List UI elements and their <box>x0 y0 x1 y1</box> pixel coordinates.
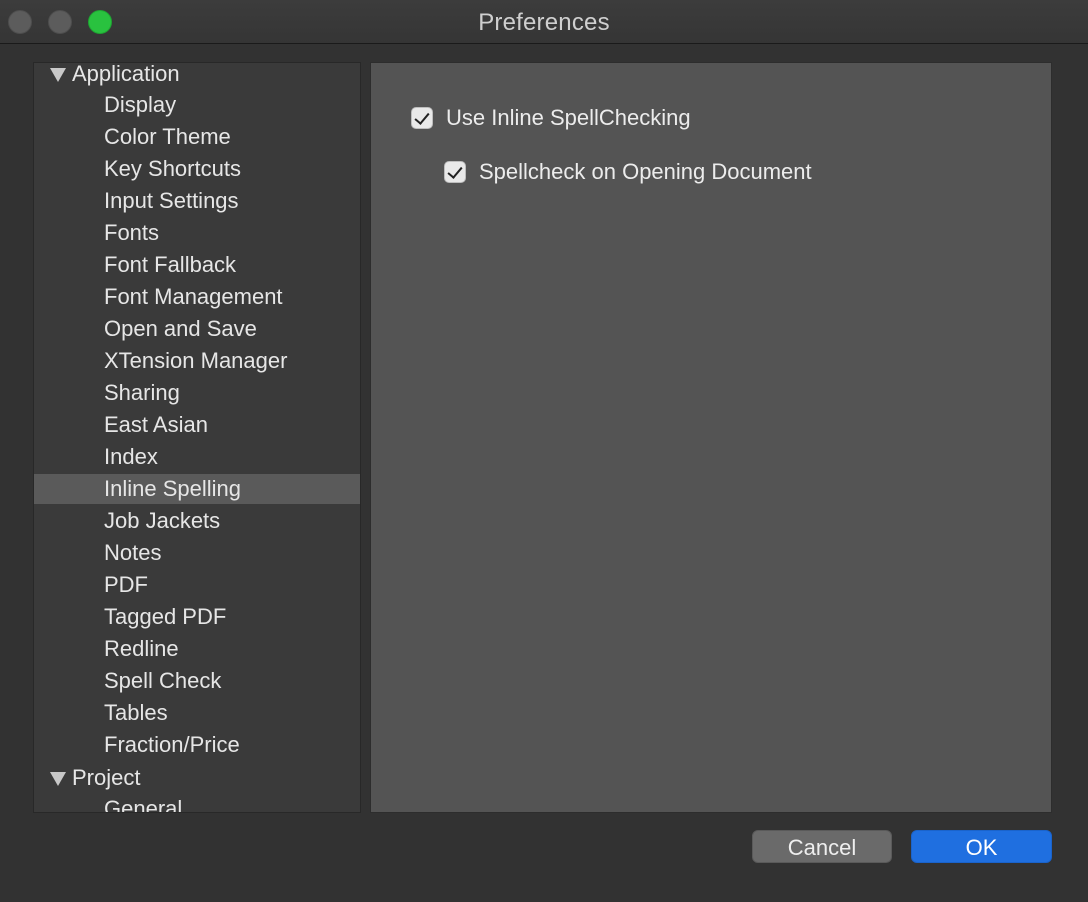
disclosure-triangle-icon[interactable] <box>50 68 66 82</box>
sidebar-item-pdf[interactable]: PDF <box>34 570 360 600</box>
ok-button[interactable]: OK <box>911 830 1052 863</box>
use-inline-spellchecking-checkbox[interactable] <box>411 107 433 129</box>
sidebar-item-key-shortcuts[interactable]: Key Shortcuts <box>34 154 360 184</box>
sidebar-item-spell-check[interactable]: Spell Check <box>34 666 360 696</box>
tree-group-label: Project <box>72 765 141 790</box>
sidebar-item-inline-spelling[interactable]: Inline Spelling <box>34 474 360 504</box>
sidebar-item-east-asian[interactable]: East Asian <box>34 410 360 440</box>
sidebar-item-job-jackets[interactable]: Job Jackets <box>34 506 360 536</box>
sidebar-item-fraction-price[interactable]: Fraction/Price <box>34 730 360 760</box>
preferences-window: Preferences Application Display Color Th… <box>0 0 1088 902</box>
sidebar-item-font-management[interactable]: Font Management <box>34 282 360 312</box>
sidebar-item-input-settings[interactable]: Input Settings <box>34 186 360 216</box>
sidebar-item-index[interactable]: Index <box>34 442 360 472</box>
inline-spelling-panel: Use Inline SpellChecking Spellcheck on O… <box>370 62 1052 813</box>
checkmark-icon <box>447 163 463 179</box>
sidebar-item-font-fallback[interactable]: Font Fallback <box>34 250 360 280</box>
sidebar-item-display[interactable]: Display <box>34 90 360 120</box>
preferences-sidebar[interactable]: Application Display Color Theme Key Shor… <box>33 62 361 813</box>
window-title: Preferences <box>478 9 610 36</box>
use-inline-spellchecking-label: Use Inline SpellChecking <box>446 105 691 130</box>
sidebar-item-fonts[interactable]: Fonts <box>34 218 360 248</box>
tree-group-label: Application <box>72 62 180 86</box>
spellcheck-on-opening-checkbox[interactable] <box>444 161 466 183</box>
sidebar-item-xtension-manager[interactable]: XTension Manager <box>34 346 360 376</box>
checkmark-icon <box>414 109 430 125</box>
spellcheck-on-opening-label: Spellcheck on Opening Document <box>479 159 812 184</box>
sidebar-item-open-and-save[interactable]: Open and Save <box>34 314 360 344</box>
cancel-button[interactable]: Cancel <box>752 830 892 863</box>
sidebar-item-notes[interactable]: Notes <box>34 538 360 568</box>
spellcheck-on-opening-checkbox-row[interactable]: Spellcheck on Opening Document <box>444 159 864 187</box>
use-inline-spellchecking-checkbox-row[interactable]: Use Inline SpellChecking <box>411 105 695 133</box>
title-bar: Preferences <box>0 0 1088 44</box>
sidebar-item-color-theme[interactable]: Color Theme <box>34 122 360 152</box>
sidebar-item-tables[interactable]: Tables <box>34 698 360 728</box>
disclosure-triangle-icon[interactable] <box>50 772 66 786</box>
sidebar-item-general[interactable]: General <box>34 794 360 812</box>
sidebar-item-tagged-pdf[interactable]: Tagged PDF <box>34 602 360 632</box>
sidebar-item-sharing[interactable]: Sharing <box>34 378 360 408</box>
sidebar-item-redline[interactable]: Redline <box>34 634 360 664</box>
